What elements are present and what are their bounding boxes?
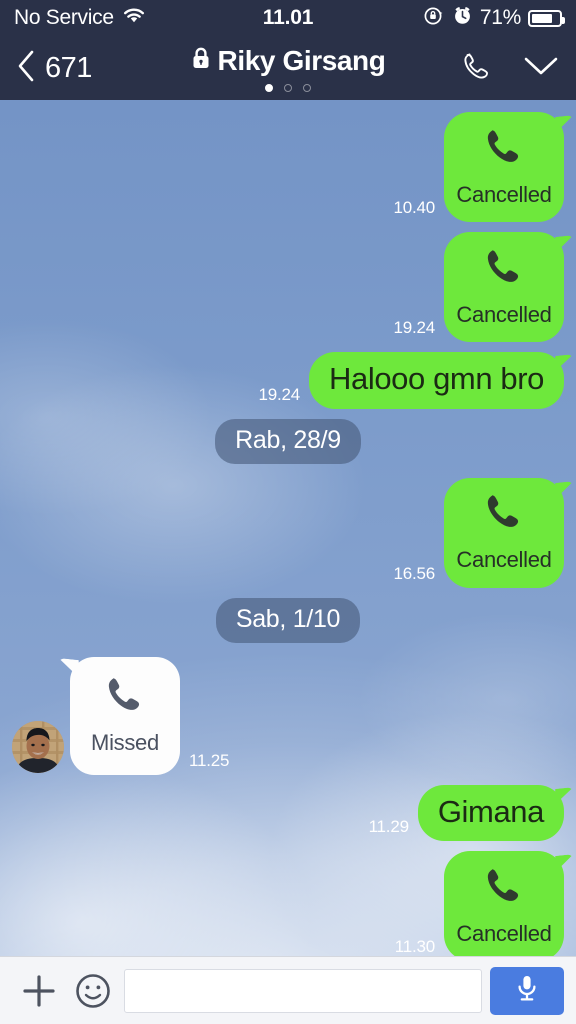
lock-icon [191, 45, 211, 77]
battery-percent-label: 71% [479, 6, 521, 29]
message-row: 19.24 Halooo gmn bro [0, 352, 576, 409]
nav-bar: 671 Riky Girsang [0, 36, 576, 100]
call-status-label: Cancelled [456, 920, 552, 946]
date-separator: Rab, 28/9 [215, 418, 361, 464]
contact-name: Riky Girsang [217, 44, 386, 76]
phone-handset-icon [100, 671, 150, 726]
message-row: 11.29 Gimana [0, 784, 576, 842]
plus-icon[interactable] [12, 971, 66, 1011]
call-status-label: Cancelled [456, 181, 552, 207]
chat-screen: No Service 11.01 71% 671 Riky Girsang 10… [0, 0, 576, 1024]
page-dot-3 [303, 83, 311, 92]
phone-handset-icon [479, 123, 529, 178]
message-row: 19.24 Cancelled [0, 232, 576, 342]
call-bubble-outgoing[interactable]: Cancelled [444, 477, 564, 588]
text-bubble-outgoing[interactable]: Gimana [417, 784, 564, 842]
message-row: 11.30 Cancelled [0, 851, 576, 956]
call-status-label: Missed [91, 730, 159, 756]
page-dot-2 [284, 83, 292, 92]
status-bar-right: 71% [423, 5, 565, 32]
phone-icon[interactable] [458, 48, 494, 89]
call-bubble-incoming[interactable]: Missed [70, 656, 180, 775]
message-timestamp: 10.40 [393, 198, 435, 217]
text-bubble-outgoing[interactable]: Halooo gmn bro [309, 352, 564, 409]
smiley-icon[interactable] [66, 971, 120, 1011]
alarm-clock-icon [452, 5, 473, 31]
page-dot-1 [265, 83, 273, 92]
date-separator-row: Sab, 1/10 [0, 597, 576, 643]
message-row: 16.56 Cancelled [0, 477, 576, 588]
nav-actions [458, 48, 560, 89]
microphone-icon [512, 972, 542, 1009]
back-button-label: 671 [45, 51, 92, 84]
message-timestamp: 19.24 [258, 384, 301, 404]
message-timestamp: 16.56 [393, 563, 435, 583]
call-bubble-outgoing[interactable]: Cancelled [444, 112, 564, 222]
date-separator: Sab, 1/10 [215, 597, 361, 643]
carrier-label: No Service [14, 6, 114, 29]
rotation-lock-icon [423, 5, 445, 32]
composer-bar [0, 956, 576, 1024]
back-button[interactable]: 671 [16, 49, 92, 88]
message-input[interactable] [124, 968, 482, 1013]
call-status-label: Cancelled [456, 547, 552, 573]
message-row: 10.40 Cancelled [0, 112, 576, 222]
call-status-label: Cancelled [456, 301, 552, 327]
phone-handset-icon [479, 488, 529, 543]
message-timestamp: 11.29 [368, 817, 409, 837]
message-row: Missed 11.25 [0, 656, 576, 775]
chevron-down-icon[interactable] [522, 53, 560, 84]
call-bubble-outgoing[interactable]: Cancelled [444, 232, 564, 342]
voice-record-button[interactable] [490, 966, 564, 1015]
status-bar: No Service 11.01 71% [0, 0, 576, 36]
chevron-left-icon [16, 49, 36, 88]
message-timestamp: 11.25 [189, 750, 230, 770]
phone-handset-icon [479, 862, 529, 917]
call-bubble-outgoing[interactable]: Cancelled [444, 851, 564, 956]
status-bar-left: No Service [14, 6, 146, 30]
page-title: Riky Girsang [191, 45, 386, 77]
message-list[interactable]: 10.40 Cancelled 19.24 Cancelled 19.24 Ha… [0, 100, 576, 956]
message-timestamp: 19.24 [393, 318, 435, 337]
date-separator-row: Rab, 28/9 [0, 418, 576, 464]
battery-icon [528, 9, 565, 27]
phone-handset-icon [479, 243, 529, 298]
wifi-icon [122, 7, 146, 30]
message-timestamp: 11.30 [394, 937, 435, 956]
avatar[interactable] [12, 720, 64, 773]
page-dots [265, 83, 311, 92]
